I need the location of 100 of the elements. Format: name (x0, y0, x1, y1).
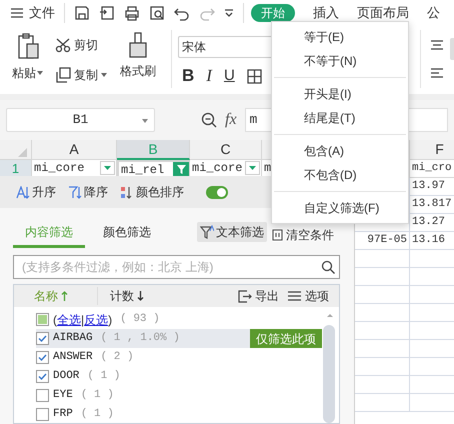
check-icon (38, 373, 47, 380)
menu-item[interactable]: 不包含(D) (272, 163, 408, 187)
sort-icon (68, 186, 82, 198)
item-count: ( 1 ) (80, 407, 114, 422)
align-top-icon[interactable] (430, 40, 444, 50)
item-name: DOOR (53, 369, 80, 384)
checkbox[interactable] (36, 351, 49, 364)
filter-dropdown-button[interactable] (245, 161, 260, 175)
brush-icon[interactable] (127, 32, 149, 58)
caret-icon (104, 166, 111, 170)
search-icon[interactable] (321, 260, 335, 274)
options-button[interactable]: 选项 (288, 287, 329, 305)
export-button[interactable]: 导出 (238, 287, 279, 305)
separator-label: | (81, 312, 84, 328)
paste-button[interactable]: 粘贴 (12, 64, 36, 82)
cut-button[interactable]: 剪切 (74, 36, 98, 54)
table-cell: mi_core (34, 161, 84, 176)
list-item[interactable]: FRP ( 1 ) (36, 405, 322, 423)
border-icon[interactable] (246, 68, 262, 84)
select-all-label: ( (53, 312, 57, 328)
select-all-link[interactable]: 全选 (57, 310, 81, 328)
item-name: ANSWER (53, 350, 93, 366)
ribbon-tab[interactable]: 插入 (313, 3, 339, 23)
table-cell: mi_cro (412, 161, 452, 176)
table-cell: mi_rel (121, 163, 164, 178)
search-field[interactable]: (支持多条件过滤，例如：北京 上海) (13, 255, 340, 279)
copy-button[interactable]: 复制 (74, 66, 98, 84)
format-painter-button[interactable]: 格式刷 (120, 62, 156, 80)
caret-icon[interactable] (37, 71, 43, 75)
item-count: ( 1 ) (80, 388, 114, 404)
invert-selection-link[interactable]: 反选 (84, 310, 108, 328)
search-input[interactable]: (支持多条件过滤，例如：北京 上海) (22, 258, 321, 276)
italic-button[interactable]: I (206, 67, 212, 85)
export-icon[interactable] (99, 5, 115, 21)
menu-item[interactable]: 包含(A) (272, 139, 408, 163)
checkbox[interactable] (36, 313, 49, 326)
list-item[interactable]: ANSWER ( 2 ) (36, 348, 322, 367)
down-arrow-icon (137, 291, 144, 301)
funnel-icon (200, 225, 214, 239)
cell-reference: B1 (72, 111, 88, 130)
bold-button[interactable]: B (182, 67, 194, 85)
function-button[interactable]: fx (225, 108, 237, 132)
text-filter-button[interactable]: 文本筛选 (197, 222, 267, 242)
underline-button[interactable]: U (224, 67, 235, 85)
toggle-switch[interactable] (206, 186, 228, 198)
print-icon[interactable] (124, 5, 140, 21)
sort-descending-button[interactable]: 降序 (68, 183, 108, 201)
table-cell: m (264, 161, 272, 176)
align-left-icon[interactable] (430, 68, 444, 78)
name-box[interactable]: B1 (6, 108, 155, 132)
clear-conditions-button[interactable]: 清空条件 (272, 225, 334, 245)
item-name: AIRBAG (53, 331, 93, 346)
menu-icon (288, 291, 301, 301)
list-item[interactable]: AIRBAG ( 1 , 1.0% ) 仅筛选此项 (36, 329, 322, 348)
table-cell: 13.817 (410, 196, 454, 214)
clear-icon (272, 229, 283, 241)
color-sort-button[interactable]: 颜色排序 (120, 183, 184, 201)
table-cell: 13.16 (410, 232, 454, 250)
color-sort-icon (120, 186, 134, 198)
check-icon (38, 335, 47, 342)
check-icon (38, 354, 47, 361)
column-header[interactable]: F (410, 140, 454, 160)
item-count: ( 1 , 1.0% ) (100, 331, 180, 346)
file-menu[interactable]: 文件 (29, 3, 55, 23)
menu-item[interactable]: 开头是(I) (272, 82, 408, 106)
count-column-header[interactable]: 计数 (110, 287, 144, 305)
filter-tab[interactable]: 颜色筛选 (97, 218, 157, 248)
item-name: FRP (53, 407, 73, 422)
item-count: ( 2 ) (100, 350, 134, 366)
sort-ascending-button[interactable]: 升序 (16, 183, 56, 201)
list-item[interactable]: DOOR ( 1 ) (36, 367, 322, 386)
table-cell: 13.27 (410, 214, 454, 232)
scissors-icon[interactable] (55, 37, 71, 53)
column-header[interactable]: C (190, 140, 262, 160)
caret-icon[interactable] (101, 73, 107, 77)
menu-icon[interactable] (10, 7, 24, 19)
checkbox[interactable] (36, 332, 49, 345)
save-icon[interactable] (74, 5, 90, 21)
menu-item[interactable]: 自定义筛选(F) (272, 196, 408, 220)
caret-icon[interactable] (224, 9, 234, 17)
clipboard-icon[interactable] (16, 32, 40, 60)
copy-icon[interactable] (55, 67, 71, 83)
list-item[interactable]: EYE ( 1 ) (36, 386, 322, 405)
export-icon (238, 290, 252, 302)
checkbox[interactable] (36, 408, 49, 421)
menu-item[interactable]: 结尾是(T) (272, 106, 408, 130)
checkbox[interactable] (36, 389, 49, 402)
up-arrow-icon (61, 291, 68, 301)
item-count: ( 93 ) (120, 312, 160, 328)
checkbox[interactable] (36, 370, 49, 383)
caret-icon (249, 166, 256, 170)
corner-triangle-icon (18, 148, 27, 157)
item-count: ( 1 ) (87, 369, 120, 384)
table-cell: mi_core (192, 161, 242, 176)
filter-dropdown-button[interactable] (100, 161, 115, 175)
ribbon-tab[interactable]: 公 (427, 3, 440, 23)
zoom-out-icon[interactable] (201, 112, 217, 128)
active-filter-button[interactable] (173, 162, 189, 176)
preview-icon[interactable] (149, 5, 165, 21)
ribbon-tab[interactable]: 页面布局 (357, 3, 409, 23)
